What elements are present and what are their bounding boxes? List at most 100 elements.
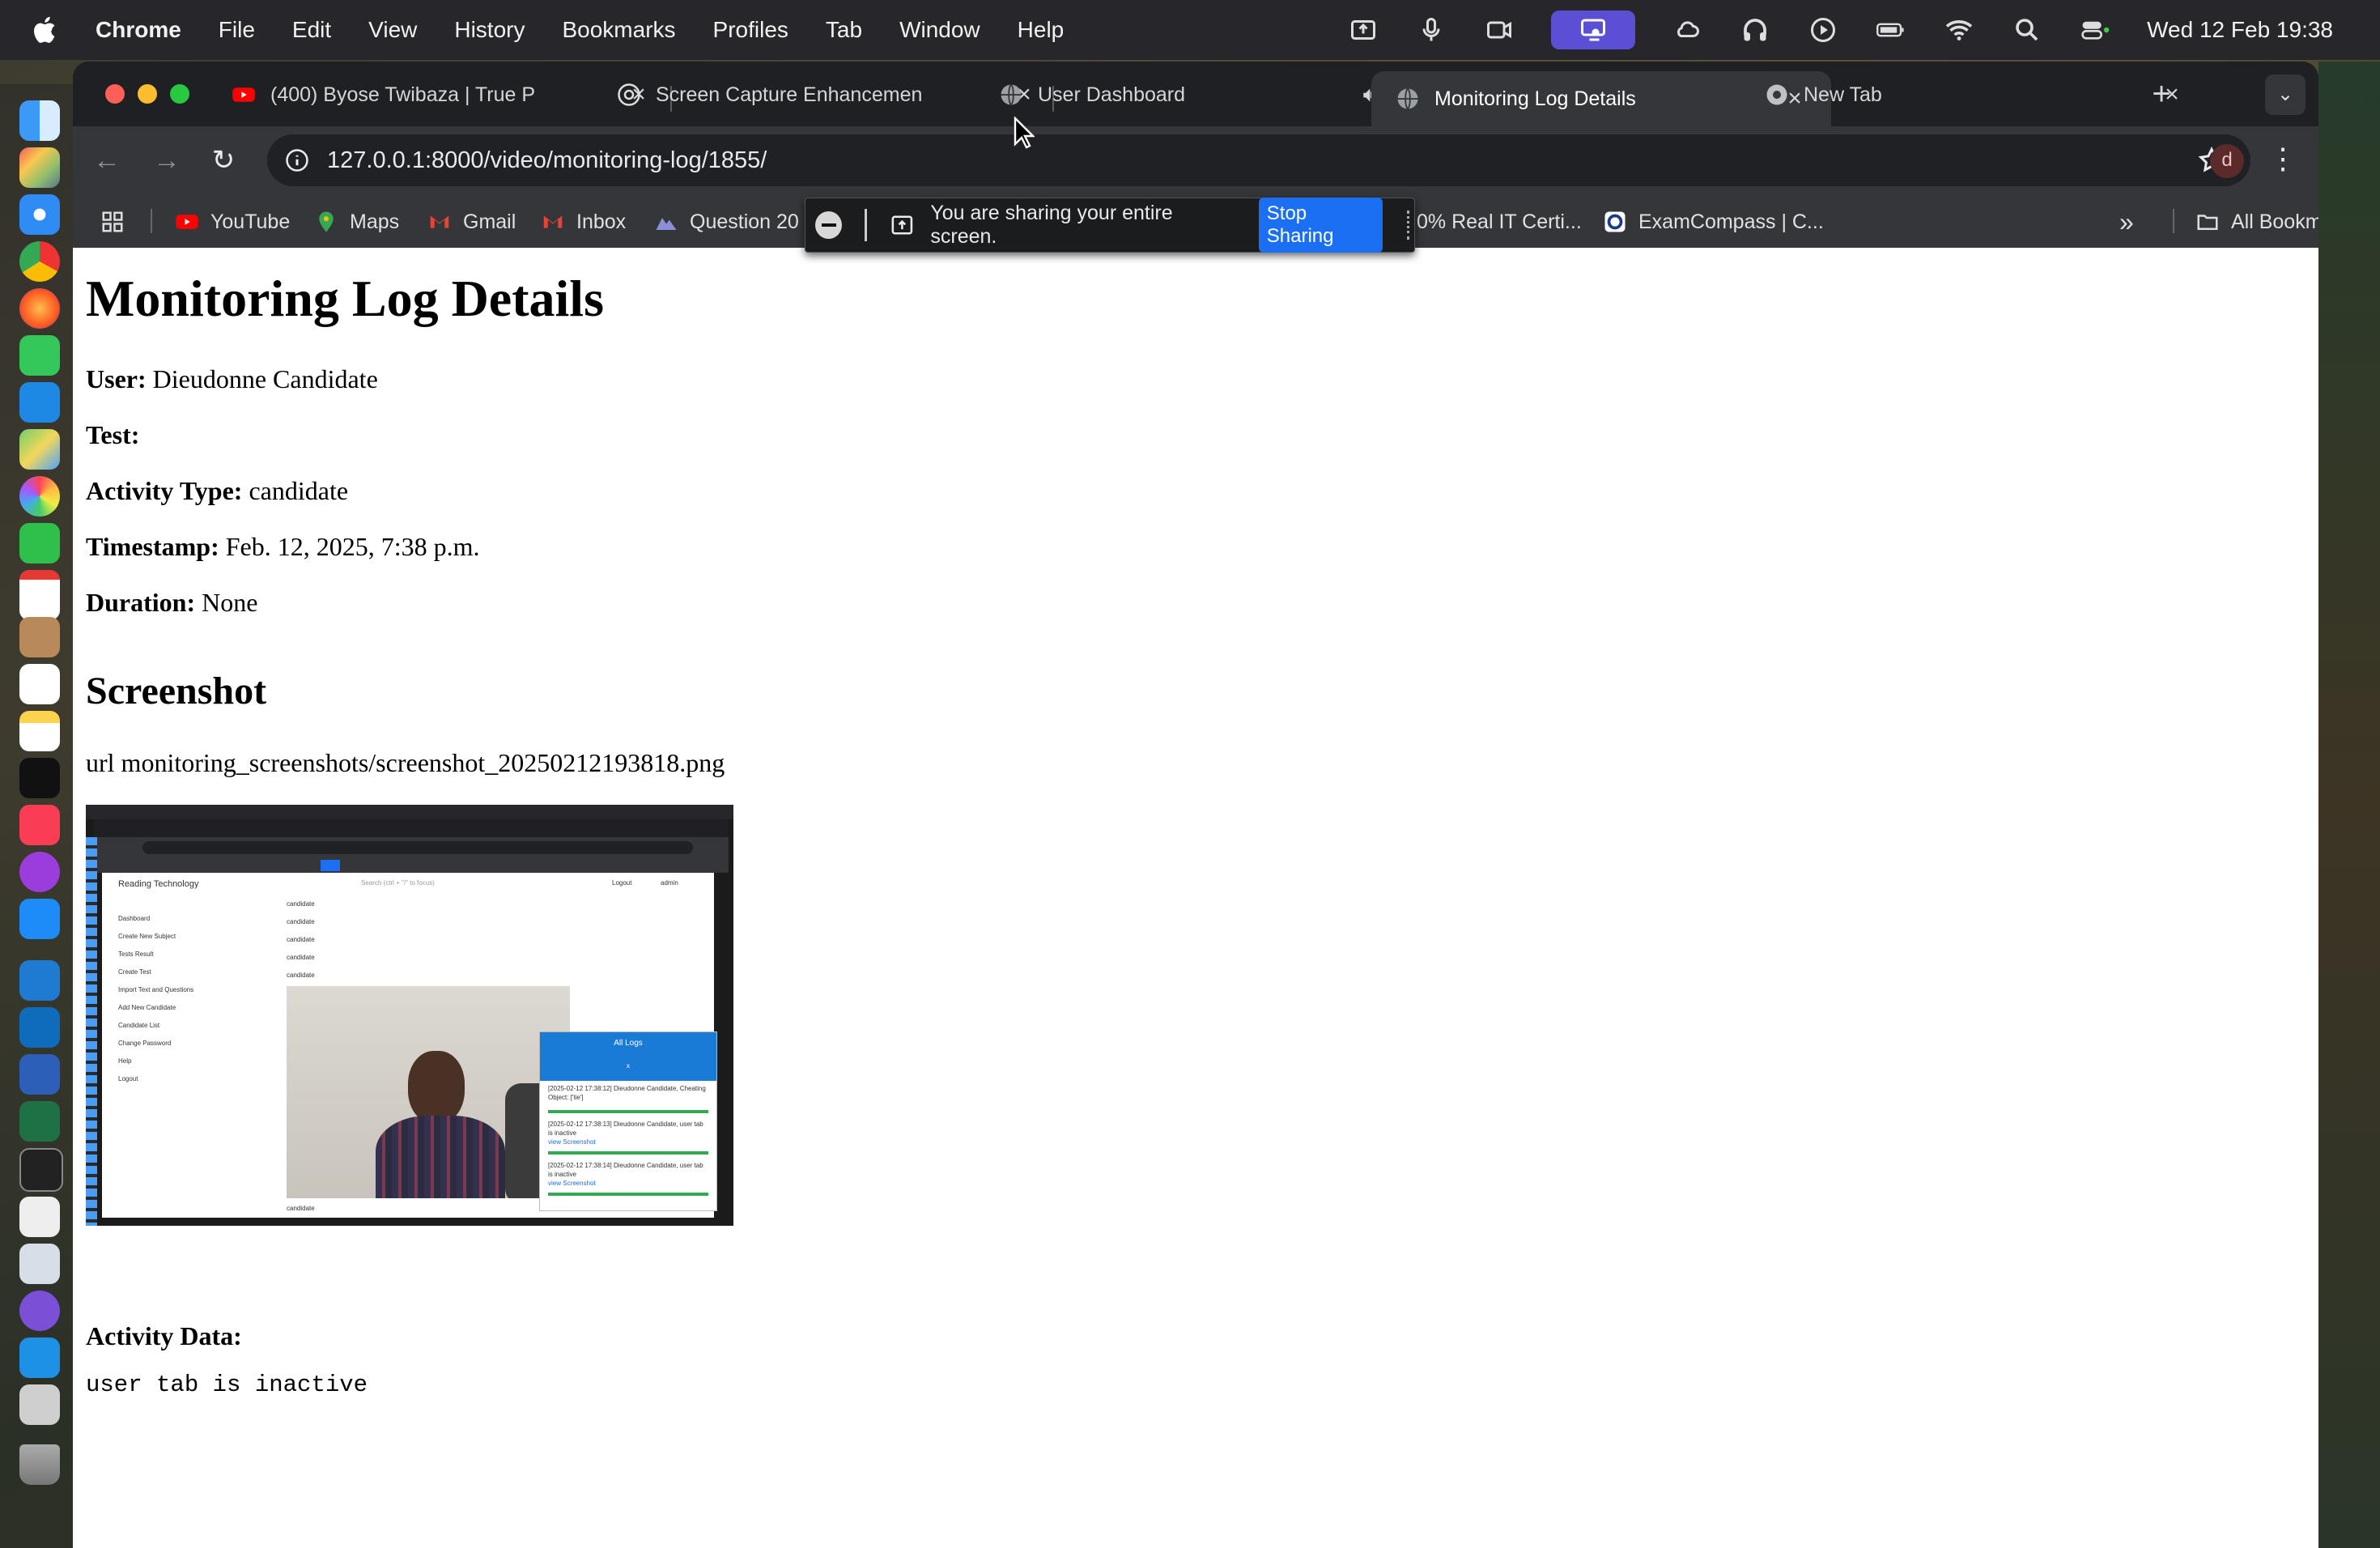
user-value: Dieudonne Candidate <box>152 364 378 393</box>
url-text[interactable]: 127.0.0.1:8000/video/monitoring-log/1855… <box>327 147 767 174</box>
activity-type-label: Activity Type: <box>86 476 243 505</box>
bookmark-icon <box>656 218 677 230</box>
bookmark-youtube[interactable]: YouTube <box>175 206 290 238</box>
disk-utility-icon[interactable] <box>19 1384 60 1425</box>
textedit-icon[interactable] <box>19 1197 60 1237</box>
tab-monitoring-log-details[interactable]: Monitoring Log Details × <box>1371 71 1831 126</box>
drag-handle-icon[interactable] <box>1407 211 1414 240</box>
notes-icon[interactable] <box>19 711 60 751</box>
stop-sharing-button[interactable]: Stop Sharing <box>1258 198 1383 253</box>
tab-new-tab[interactable]: New Tab × <box>1765 71 2184 118</box>
screen-upload-icon[interactable] <box>1347 14 1379 46</box>
tab-user-dashboard[interactable]: User Dashboard 🔊︎ × <box>999 71 1418 118</box>
new-tab-button[interactable]: + <box>2145 78 2178 110</box>
menu-tab[interactable]: Tab <box>826 17 862 43</box>
bookmark-gmail[interactable]: Gmail <box>427 206 516 238</box>
appletv-icon[interactable] <box>19 758 60 798</box>
thumb-logout: Logout <box>612 879 632 887</box>
apple-icon[interactable] <box>31 15 62 45</box>
bookmark-maps[interactable]: Maps <box>314 206 399 238</box>
thumb-sidebar-item: Add New Candidate <box>118 1004 176 1011</box>
all-bookmarks[interactable]: All Bookmarks <box>2195 206 2318 238</box>
calendar-icon[interactable] <box>19 570 60 620</box>
minimize-window-button[interactable] <box>138 84 157 104</box>
outlook-icon[interactable] <box>19 1007 60 1048</box>
safari-icon[interactable] <box>19 194 60 235</box>
gmail-icon <box>543 215 563 228</box>
apps-grid-icon[interactable] <box>100 206 125 238</box>
reload-button[interactable]: ↻ <box>207 144 240 176</box>
battery-icon[interactable] <box>1875 14 1907 46</box>
menu-bookmarks[interactable]: Bookmarks <box>562 17 675 43</box>
music-icon[interactable] <box>19 805 60 845</box>
finder-icon[interactable] <box>19 100 60 141</box>
thumb-search: Search (ctrl + "/" to focus) <box>361 879 435 887</box>
minimize-sharebar-icon[interactable] <box>815 211 842 239</box>
tab-youtube[interactable]: (400) Byose Twibaza | True P × <box>232 71 651 118</box>
camera-icon[interactable] <box>1483 14 1515 46</box>
docker-icon[interactable] <box>19 1337 60 1378</box>
trash-icon[interactable] <box>19 1444 60 1485</box>
thumb-menubar <box>86 805 733 819</box>
photos-icon[interactable] <box>19 476 60 517</box>
screen-sharing-icon[interactable] <box>1551 11 1636 49</box>
spotlight-search-icon[interactable] <box>2011 14 2043 46</box>
bookmark-label: Inbox <box>576 210 627 233</box>
chrome-dock-icon[interactable] <box>19 241 60 282</box>
dock <box>0 84 74 1548</box>
excel-icon[interactable] <box>19 1101 60 1142</box>
forward-button[interactable]: → <box>151 144 183 176</box>
github-icon[interactable] <box>19 1291 60 1331</box>
close-window-button[interactable] <box>105 84 125 104</box>
thumb-list-item: candidate <box>287 936 315 943</box>
word-icon[interactable] <box>19 1054 60 1095</box>
wifi-icon[interactable] <box>1943 14 1975 46</box>
podcasts-icon[interactable] <box>19 852 60 892</box>
duration-label: Duration: <box>86 588 196 617</box>
address-bar[interactable]: 127.0.0.1:8000/video/monitoring-log/1855… <box>267 134 2250 186</box>
sharebar-divider <box>864 209 867 241</box>
facetime-icon[interactable] <box>19 523 60 563</box>
thumb-list-item: candidate <box>287 918 315 925</box>
headphones-icon[interactable] <box>1739 14 1771 46</box>
menu-profiles[interactable]: Profiles <box>713 17 788 43</box>
maps-dock-icon[interactable] <box>19 429 60 470</box>
launchpad-icon[interactable] <box>19 147 60 188</box>
menu-file[interactable]: File <box>219 17 255 43</box>
menu-app-name[interactable]: Chrome <box>96 17 181 43</box>
menu-window[interactable]: Window <box>899 17 980 43</box>
menu-view[interactable]: View <box>368 17 417 43</box>
tab-search-button[interactable]: ⌄ <box>2265 74 2306 115</box>
more-bookmarks-icon[interactable]: » <box>2119 206 2134 238</box>
contacts-icon[interactable] <box>19 617 60 657</box>
vscode-icon[interactable] <box>19 960 60 1001</box>
messages-icon[interactable] <box>19 335 60 376</box>
bookmark-real-it-cert[interactable]: 0% Real IT Certi... <box>1417 206 1582 238</box>
tab-screen-capture[interactable]: Screen Capture Enhancemen × <box>617 71 1036 118</box>
profile-avatar[interactable]: d <box>2210 144 2244 178</box>
play-icon[interactable] <box>1807 14 1839 46</box>
terminal-icon[interactable] <box>19 1148 63 1192</box>
chrome-menu-icon[interactable]: ⋮ <box>2268 142 2297 178</box>
bookmark-examcompass[interactable]: ExamCompass | C... <box>1603 206 1824 238</box>
thumb-sidebar-item: Help <box>118 1057 132 1065</box>
control-center-icon[interactable] <box>2079 14 2111 46</box>
menu-help[interactable]: Help <box>1018 17 1065 43</box>
menu-history[interactable]: History <box>454 17 525 43</box>
weather-icon[interactable] <box>1671 14 1703 46</box>
maximize-window-button[interactable] <box>170 84 189 104</box>
reminders-icon[interactable] <box>19 664 60 704</box>
timestamp-label: Timestamp: <box>86 532 219 561</box>
appstore-icon[interactable] <box>19 899 60 939</box>
firefox-icon[interactable] <box>19 288 60 329</box>
menu-edit[interactable]: Edit <box>292 17 331 43</box>
microphone-icon[interactable] <box>1415 14 1447 46</box>
site-info-icon[interactable] <box>285 148 309 172</box>
remote-desktop-icon[interactable] <box>19 1244 60 1284</box>
back-button[interactable]: ← <box>91 144 123 176</box>
bookmark-inbox[interactable]: Inbox <box>541 206 626 238</box>
thumb-sidebar: Dashboard Create New Subject Tests Resul… <box>118 910 207 1088</box>
menubar-clock[interactable]: Wed 12 Feb 19:38 <box>2147 17 2333 43</box>
mail-icon[interactable] <box>19 382 60 423</box>
bookmark-question[interactable]: Question 20 <box>654 206 799 238</box>
